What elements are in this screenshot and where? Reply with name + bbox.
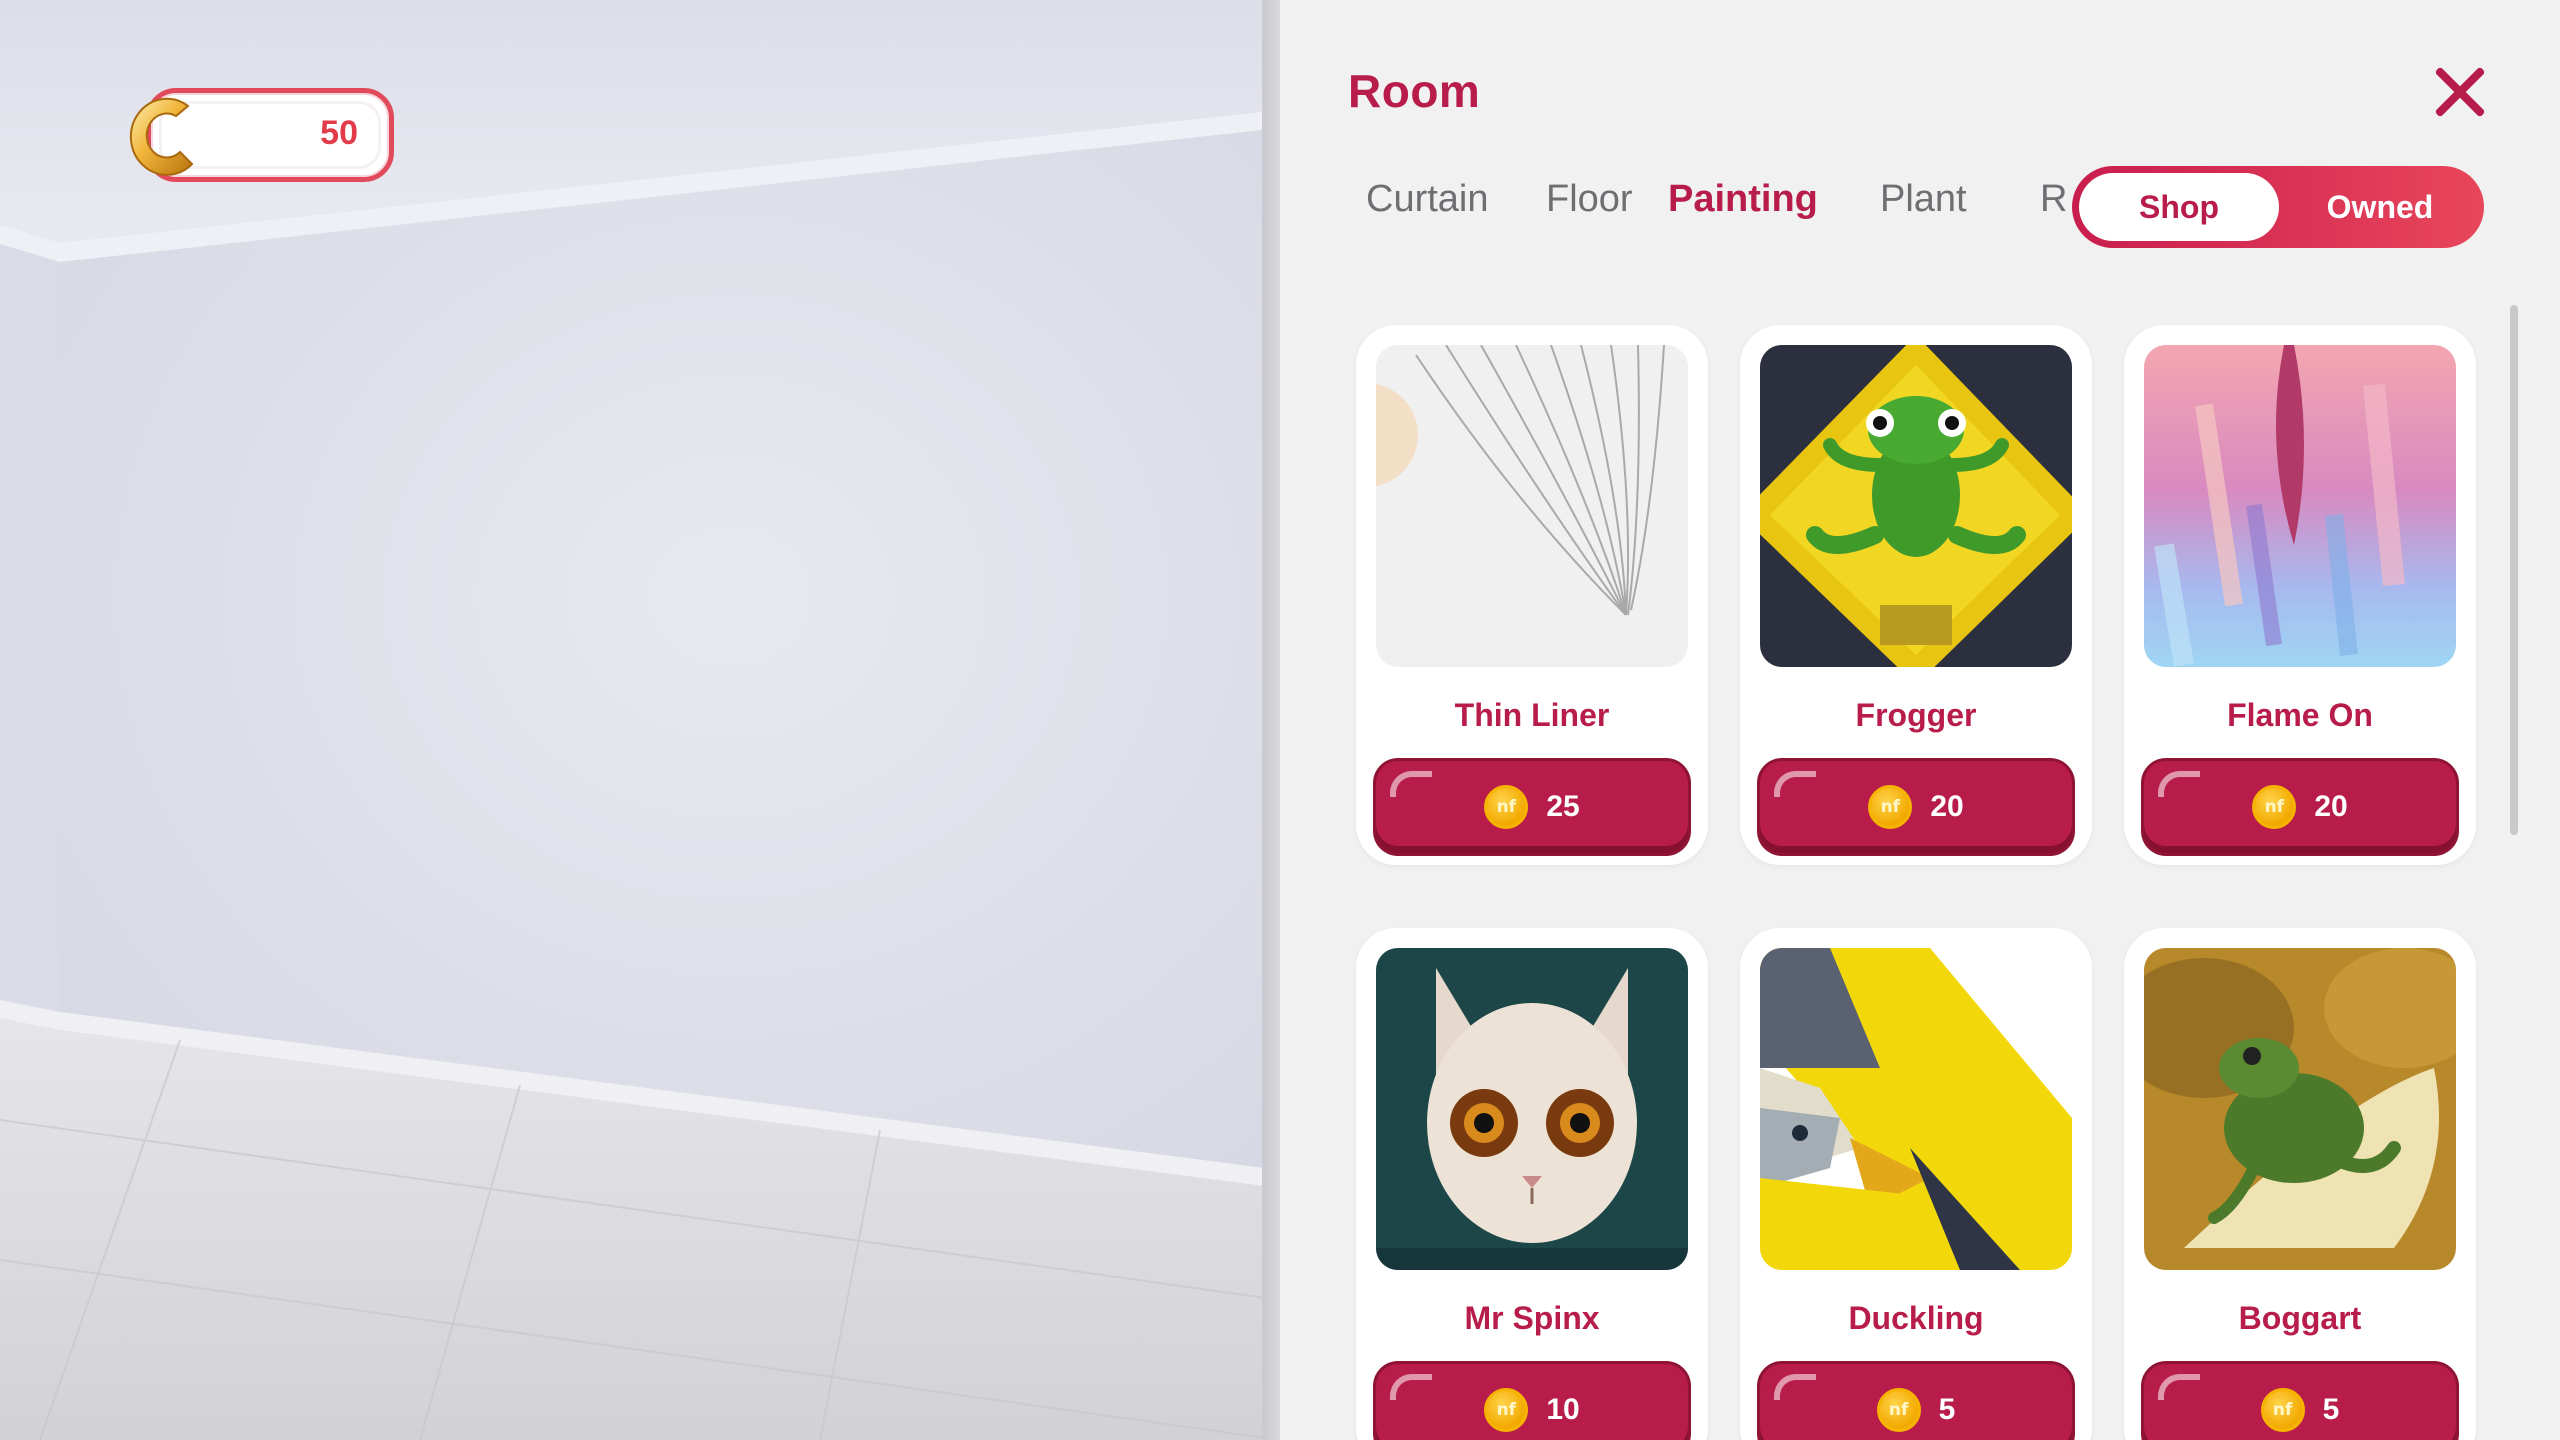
item-card[interactable]: Thin Liner nf 25 xyxy=(1356,325,1708,865)
item-card[interactable]: Frogger nf 20 xyxy=(1740,325,2092,865)
buy-button[interactable]: nf 20 xyxy=(2144,761,2456,853)
nf-coin-icon: nf xyxy=(1484,785,1529,829)
item-price: 10 xyxy=(1546,1393,1580,1426)
item-card[interactable]: Flame On nf 20 xyxy=(2124,325,2476,865)
buy-button[interactable]: nf 25 xyxy=(1376,761,1688,853)
tab-floor[interactable]: Floor xyxy=(1546,178,1633,221)
painting-thumbnail-thin-liner xyxy=(1376,345,1688,667)
item-name: Duckling xyxy=(1848,1300,1984,1336)
toggle-shop[interactable]: Shop xyxy=(2079,173,2279,241)
room-scene: 50 xyxy=(0,0,1280,1440)
nf-coin-icon: nf xyxy=(1868,785,1913,829)
room-walls xyxy=(0,0,1280,1440)
painting-thumbnail-boggart xyxy=(2144,948,2456,1270)
currency-c-icon xyxy=(129,97,194,176)
nf-coin-icon: nf xyxy=(1484,1388,1529,1432)
tab-curtain[interactable]: Curtain xyxy=(1366,178,1489,221)
shop-owned-toggle: Shop Owned xyxy=(2072,166,2484,248)
item-price: 20 xyxy=(1930,790,1964,823)
item-price: 20 xyxy=(2314,790,2348,823)
panel-divider xyxy=(1262,0,1280,1440)
item-price: 5 xyxy=(1938,1393,1956,1426)
tab-partial[interactable]: R xyxy=(2040,178,2067,221)
item-price: 5 xyxy=(2322,1393,2340,1426)
tab-plant[interactable]: Plant xyxy=(1880,178,1967,221)
nf-coin-icon: nf xyxy=(2252,785,2297,829)
item-name: Boggart xyxy=(2238,1300,2362,1336)
scrollbar[interactable] xyxy=(2510,305,2518,835)
item-card[interactable]: Mr Spinx nf 10 xyxy=(1356,928,1708,1440)
painting-thumbnail-mr-spinx xyxy=(1376,948,1688,1270)
painting-thumbnail-flame-on xyxy=(2144,345,2456,667)
tab-painting[interactable]: Painting xyxy=(1668,178,1818,221)
buy-button[interactable]: nf 20 xyxy=(1760,761,2072,853)
painting-thumbnail-duckling xyxy=(1760,948,2072,1270)
buy-button[interactable]: nf 10 xyxy=(1376,1364,1688,1440)
item-name: Frogger xyxy=(1855,697,1977,733)
toggle-owned[interactable]: Owned xyxy=(2282,173,2478,241)
buy-button[interactable]: nf 5 xyxy=(2144,1364,2456,1440)
item-card[interactable]: Duckling nf 5 xyxy=(1740,928,2092,1440)
buy-button[interactable]: nf 5 xyxy=(1760,1364,2072,1440)
item-name: Flame On xyxy=(2227,697,2373,733)
coin-balance: 50 xyxy=(320,114,358,152)
shop-panel: Room Curtain Floor Painting Plant R Shop… xyxy=(1280,0,2560,1440)
item-card[interactable]: Boggart nf 5 xyxy=(2124,928,2476,1440)
nf-coin-icon: nf xyxy=(1876,1388,1921,1432)
close-button[interactable] xyxy=(2430,62,2490,122)
item-price: 25 xyxy=(1546,790,1580,823)
coin-counter: 50 xyxy=(110,84,394,186)
item-name: Thin Liner xyxy=(1454,697,1610,733)
painting-thumbnail-frogger xyxy=(1760,345,2072,667)
nf-coin-icon: nf xyxy=(2260,1388,2305,1432)
panel-title: Room xyxy=(1348,65,1481,117)
item-name: Mr Spinx xyxy=(1464,1300,1600,1336)
